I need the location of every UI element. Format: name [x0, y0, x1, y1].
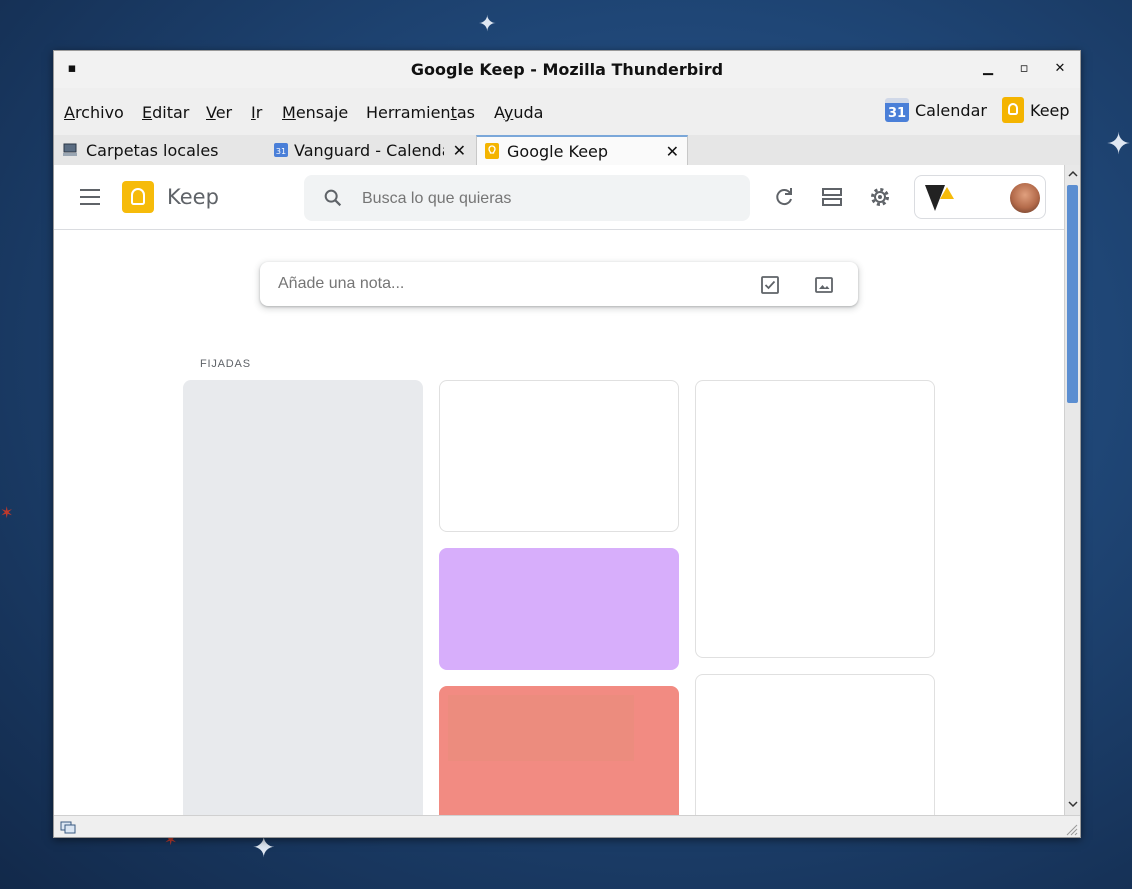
tab-label: Vanguard - Calendar — [294, 140, 444, 160]
avatar[interactable] — [1010, 183, 1040, 213]
page-scrollbar[interactable] — [1064, 165, 1080, 815]
desktop-star: ✦ — [1106, 127, 1132, 162]
refresh-icon[interactable] — [772, 185, 796, 209]
offline-status-icon[interactable] — [60, 819, 76, 835]
keep-logo-icon[interactable] — [122, 181, 154, 213]
take-note-box[interactable] — [260, 262, 858, 306]
note-card[interactable] — [439, 380, 679, 532]
desktop-star: ✦ — [252, 831, 276, 864]
keep-tab-icon — [485, 143, 499, 159]
tab-close-icon[interactable]: ✕ — [448, 140, 466, 160]
resize-grip-icon[interactable] — [1064, 822, 1078, 836]
calendar-tab-icon: 31 — [274, 143, 288, 157]
svg-text:31: 31 — [276, 147, 286, 156]
computer-icon — [63, 143, 77, 156]
tab-label: Google Keep — [507, 141, 609, 161]
window-title: Google Keep - Mozilla Thunderbird — [410, 60, 724, 79]
desktop-star: ✶ — [0, 503, 14, 522]
title-bar: ▪ Google Keep - Mozilla Thunderbird ▁ ▫ … — [54, 51, 1080, 88]
account-switcher[interactable] — [914, 175, 1046, 219]
keep-label: Keep — [1030, 100, 1070, 120]
keep-button[interactable]: Keep — [1002, 96, 1070, 124]
tab-close-icon[interactable]: ✕ — [666, 142, 679, 161]
note-card[interactable] — [439, 548, 679, 670]
maximize-button[interactable]: ▫ — [1014, 59, 1034, 79]
pinned-section-label: FIJADAS — [200, 358, 251, 370]
note-card[interactable] — [695, 674, 935, 815]
main-menu-icon[interactable] — [80, 189, 100, 210]
thunderbird-window: ▪ Google Keep - Mozilla Thunderbird ▁ ▫ … — [53, 50, 1081, 838]
tab-google-keep[interactable]: Google Keep ✕ — [476, 135, 688, 165]
tab-bar: Carpetas locales 31 Vanguard - Calendar … — [54, 135, 1080, 166]
list-view-icon[interactable] — [820, 185, 844, 209]
search-box[interactable] — [304, 175, 750, 221]
new-note-input[interactable] — [276, 274, 750, 294]
menu-archivo[interactable]: Archivo — [64, 103, 124, 122]
status-bar — [54, 815, 1080, 837]
menu-herramientas[interactable]: Herramientas — [366, 103, 475, 122]
search-icon[interactable] — [322, 187, 344, 209]
desktop-star: ✦ — [478, 12, 497, 37]
menu-ayuda[interactable]: Ayuda — [494, 103, 543, 122]
calendar-label: Calendar — [915, 100, 987, 120]
menu-mensaje[interactable]: Mensaje — [282, 103, 348, 122]
calendar-icon: 31 — [885, 98, 909, 122]
calendar-button[interactable]: 31 Calendar — [885, 96, 987, 124]
tab-carpetas-locales[interactable]: Carpetas locales — [62, 135, 262, 165]
minimize-button[interactable]: ▁ — [978, 59, 998, 79]
close-button[interactable]: ✕ — [1050, 59, 1070, 79]
settings-icon[interactable] — [868, 185, 892, 209]
menu-ir[interactable]: Ir — [251, 103, 262, 122]
new-image-note-icon[interactable] — [814, 275, 834, 295]
org-logo-icon — [925, 185, 954, 211]
menu-bar: Archivo Editar Ver Ir Mensaje Herramient… — [54, 88, 1080, 135]
new-list-icon[interactable] — [760, 275, 780, 295]
search-input[interactable] — [360, 187, 724, 211]
scroll-up-icon[interactable] — [1066, 167, 1080, 181]
scroll-down-icon[interactable] — [1066, 797, 1080, 811]
scrollbar-thumb[interactable] — [1067, 185, 1078, 403]
menu-ver[interactable]: Ver — [206, 103, 232, 122]
keep-header: Keep — [54, 165, 1064, 230]
tab-vanguard-calendar[interactable]: 31 Vanguard - Calendar ✕ — [266, 135, 474, 165]
keep-app-name[interactable]: Keep — [167, 185, 219, 209]
note-card[interactable] — [183, 380, 423, 815]
note-image — [448, 695, 634, 761]
note-card[interactable] — [695, 380, 935, 658]
note-card[interactable] — [439, 686, 679, 815]
menu-editar[interactable]: Editar — [142, 103, 189, 122]
keep-page: Keep FIJADAS — [54, 165, 1064, 815]
keep-icon — [1002, 97, 1024, 123]
tab-label: Carpetas locales — [86, 140, 219, 160]
